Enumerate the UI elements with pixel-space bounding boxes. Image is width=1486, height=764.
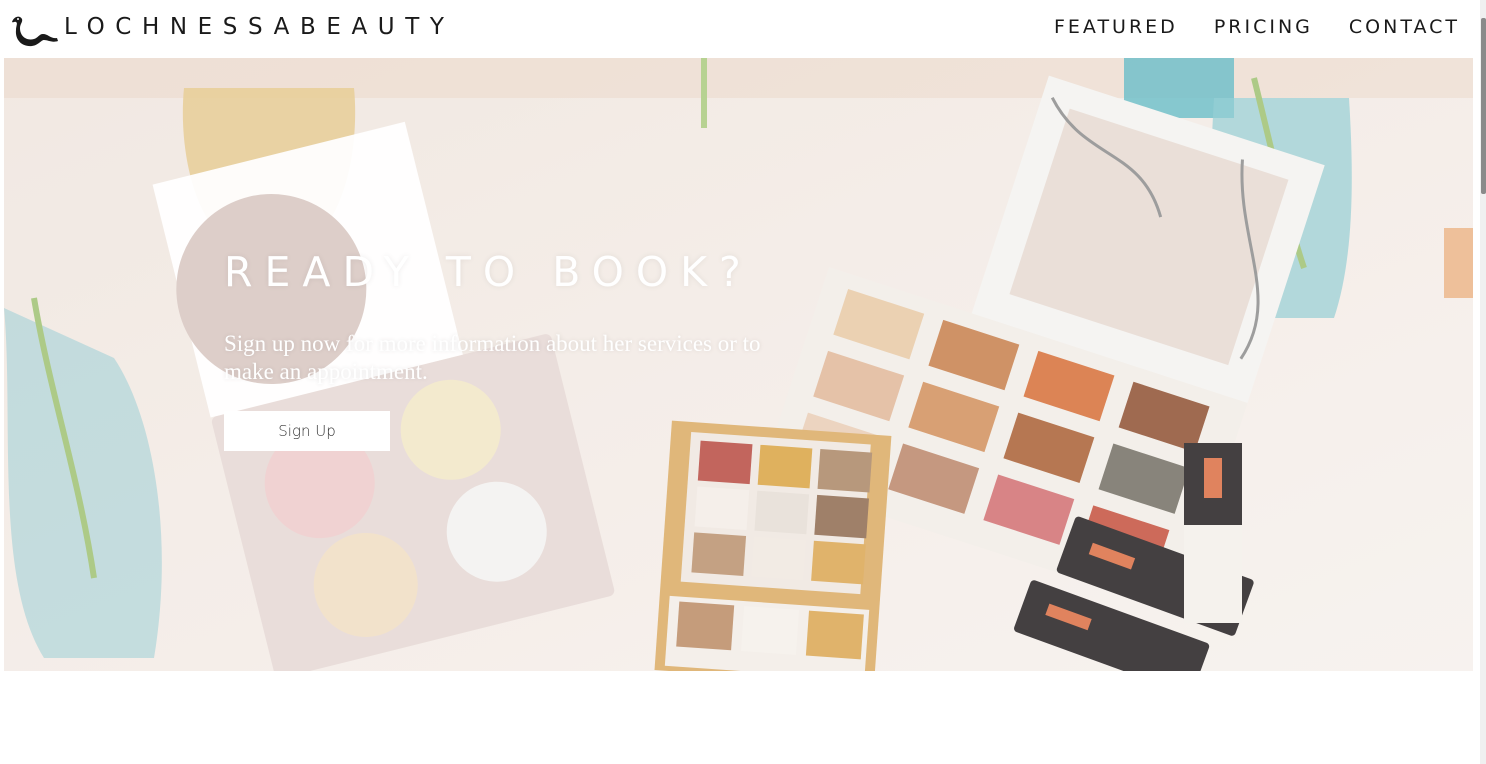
site-header: LOCHNESSABEAUTY FEATURED PRICING CONTACT <box>0 0 1480 58</box>
hero-description: Sign up now for more information about h… <box>224 331 761 384</box>
nav-featured[interactable]: FEATURED <box>1054 16 1178 38</box>
loch-ness-monster-icon[interactable] <box>8 10 60 50</box>
sign-up-button[interactable]: Sign Up <box>224 411 390 451</box>
brand-name[interactable]: LOCHNESSABEAUTY <box>64 14 455 40</box>
hero-section: READY TO BOOK? Sign up now for more info… <box>4 58 1473 671</box>
nav-contact[interactable]: CONTACT <box>1349 16 1460 38</box>
scrollbar-thumb[interactable] <box>1481 18 1486 194</box>
main-nav: FEATURED PRICING CONTACT <box>1054 16 1460 38</box>
hero-title: READY TO BOOK? <box>224 248 753 296</box>
nav-pricing[interactable]: PRICING <box>1214 16 1313 38</box>
